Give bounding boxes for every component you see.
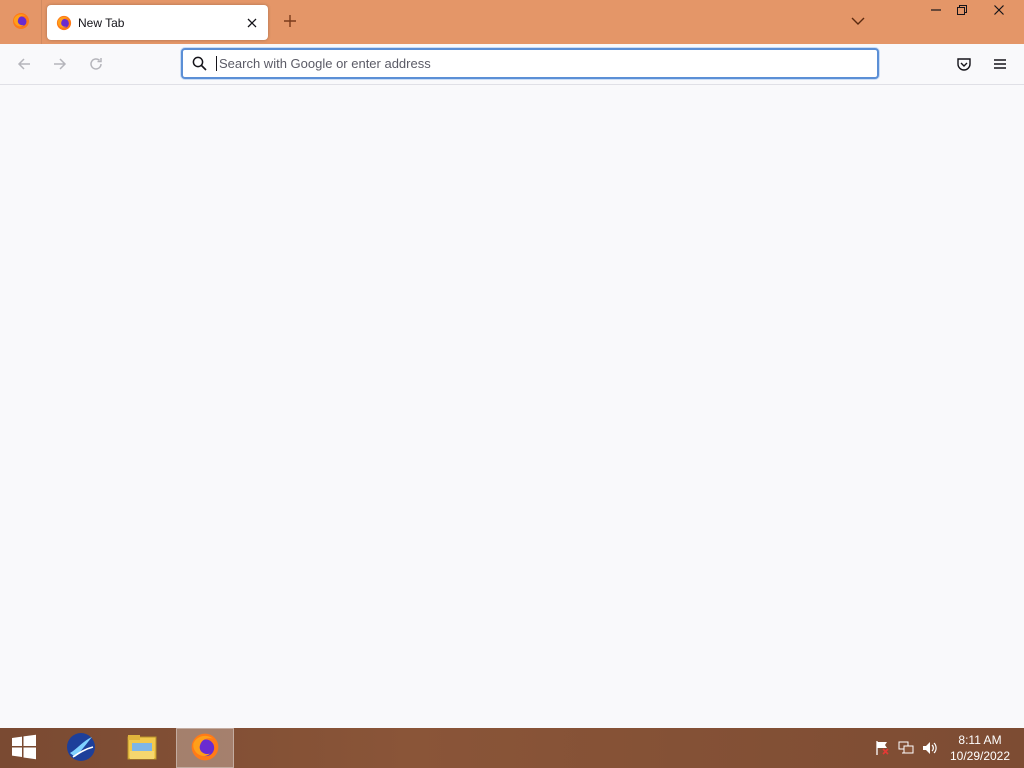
new-tab-button[interactable] bbox=[278, 10, 302, 34]
app-menu-button[interactable] bbox=[987, 52, 1013, 78]
taskbar-clock[interactable]: 8:11 AM 10/29/2022 bbox=[946, 732, 1014, 764]
arrow-right-icon bbox=[52, 56, 68, 75]
browser-titlebar: New Tab bbox=[0, 0, 1024, 44]
volume-icon[interactable] bbox=[922, 740, 938, 756]
back-button[interactable] bbox=[11, 52, 37, 78]
taskbar: 8:11 AM 10/29/2022 bbox=[0, 728, 1024, 768]
chevron-down-icon bbox=[851, 15, 865, 29]
search-icon bbox=[185, 50, 213, 77]
start-button[interactable] bbox=[0, 728, 48, 768]
firefox-logo-icon bbox=[190, 732, 220, 765]
folder-icon bbox=[126, 733, 158, 764]
navigation-toolbar bbox=[0, 44, 1024, 85]
restore-icon bbox=[957, 4, 967, 18]
clock-date: 10/29/2022 bbox=[949, 749, 1011, 763]
page-content bbox=[0, 85, 1024, 728]
address-bar[interactable] bbox=[181, 48, 879, 79]
pocket-button[interactable] bbox=[951, 52, 977, 78]
firefox-view-button[interactable] bbox=[0, 0, 42, 44]
arrow-left-icon bbox=[16, 56, 32, 75]
clock-time: 8:11 AM bbox=[958, 733, 1002, 747]
pocket-icon bbox=[956, 56, 972, 75]
restore-button[interactable] bbox=[947, 0, 977, 22]
firefox-logo-icon bbox=[56, 15, 72, 31]
tab-title: New Tab bbox=[78, 15, 125, 30]
hamburger-menu-icon bbox=[993, 58, 1007, 73]
reload-icon bbox=[88, 56, 104, 75]
taskbar-file-explorer[interactable] bbox=[119, 728, 165, 768]
bird-app-icon bbox=[65, 731, 97, 766]
url-input[interactable] bbox=[217, 51, 857, 76]
network-icon[interactable] bbox=[898, 740, 914, 756]
reload-button[interactable] bbox=[83, 52, 109, 78]
forward-button[interactable] bbox=[47, 52, 73, 78]
plus-icon bbox=[283, 14, 297, 31]
action-center-flag-icon[interactable] bbox=[874, 740, 890, 756]
close-window-button[interactable] bbox=[984, 0, 1014, 22]
taskbar-app-bird[interactable] bbox=[58, 728, 104, 768]
close-icon[interactable] bbox=[240, 11, 264, 35]
tab-new-tab[interactable]: New Tab bbox=[47, 5, 268, 40]
close-icon bbox=[994, 4, 1004, 18]
minimize-icon bbox=[931, 4, 941, 18]
taskbar-firefox[interactable] bbox=[176, 728, 234, 768]
firefox-logo-icon bbox=[12, 12, 30, 33]
windows-logo-icon bbox=[11, 734, 37, 763]
list-all-tabs-button[interactable] bbox=[846, 10, 870, 34]
